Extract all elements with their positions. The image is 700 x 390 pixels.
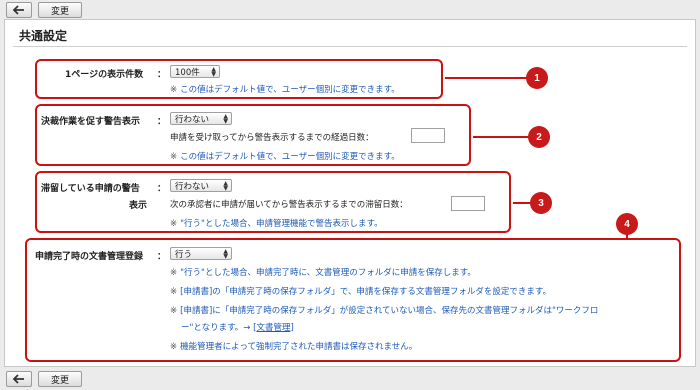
badge-2-connector [473, 136, 529, 138]
back-button[interactable] [6, 371, 32, 387]
note-text: [申請書]に「申請完了時の保存フォルダ」が設定されていない場合、保存先の文書管理… [180, 306, 599, 316]
section-3-note: ※ "行う"とした場合、申請管理機能で警告表示します。 [170, 217, 383, 229]
note-text: この値はデフォルト値で、ユーザー個別に変更できます。 [180, 152, 400, 162]
select-value: 100件 [175, 67, 200, 78]
asterisk-icon: ※ [170, 219, 178, 229]
stagnant-days-input[interactable] [451, 196, 485, 211]
stagnant-days-label: 次の承認者に申請が届いてから警告表示するまでの滞留日数： [170, 200, 408, 210]
change-button[interactable]: 変更 [38, 2, 82, 18]
asterisk-icon: ※ [170, 287, 178, 297]
section-2-note: ※ この値はデフォルト値で、ユーザー個別に変更できます。 [170, 150, 400, 162]
badge-3-connector [513, 202, 531, 204]
bottom-toolbar: 変更 [0, 369, 700, 389]
warning-display-select[interactable]: 行わない ▲ ▼ [170, 112, 232, 125]
section-4-note-1: ※ "行う"とした場合、申請完了時に、文書管理のフォルダに申請を保存します。 [170, 266, 476, 278]
items-per-page-label: 1ページの表示件数 [65, 70, 144, 80]
note-text: "行う"とした場合、申請完了時に、文書管理のフォルダに申請を保存します。 [180, 268, 476, 278]
note-text: ] [290, 323, 294, 333]
badge-3: 3 [530, 192, 552, 214]
back-arrow-icon [13, 374, 24, 384]
badge-1: 1 [526, 67, 548, 89]
section-1-note: ※ この値はデフォルト値で、ユーザー個別に変更できます。 [170, 83, 400, 95]
note-text: "行う"とした場合、申請管理機能で警告表示します。 [180, 219, 383, 229]
note-text: ー"となります。→ [ [181, 323, 257, 333]
section-4-note-3-cont: ー"となります。→ [文書管理] [181, 321, 294, 333]
badge-4-connector [626, 234, 628, 240]
asterisk-icon: ※ [170, 306, 178, 316]
select-value: 行わない [175, 181, 210, 192]
note-text: この値はデフォルト値で、ユーザー個別に変更できます。 [180, 85, 400, 95]
asterisk-icon: ※ [170, 268, 178, 278]
settings-panel: 共通設定 1ページの表示件数 ： 100件 ▲ ▼ ※ この値はデフォルト値で、ユー… [4, 19, 696, 367]
back-button[interactable] [6, 2, 32, 18]
colon: ： [157, 252, 167, 262]
section-4-note-3: ※ [申請書]に「申請完了時の保存フォルダ」が設定されていない場合、保存先の文書管… [170, 304, 598, 316]
badge-2: 2 [528, 126, 550, 148]
page-title: 共通設定 [19, 29, 68, 43]
select-value: 行わない [175, 114, 210, 125]
section-4-note-4: ※ 機能管理者によって強制完了された申請書は保存されません。 [170, 340, 417, 352]
select-arrows-icon: ▲ ▼ [223, 180, 228, 192]
note-text: [申請書]の「申請完了時の保存フォルダ」で、申請を保存する文書管理フォルダを設定… [180, 287, 552, 297]
section-4-note-2: ※ [申請書]の「申請完了時の保存フォルダ」で、申請を保存する文書管理フォルダを設… [170, 285, 551, 297]
asterisk-icon: ※ [170, 85, 178, 95]
stagnant-warning-select[interactable]: 行わない ▲ ▼ [170, 179, 232, 192]
asterisk-icon: ※ [170, 152, 178, 162]
change-button[interactable]: 変更 [38, 371, 82, 387]
document-registration-select[interactable]: 行う ▲ ▼ [170, 247, 232, 260]
title-divider [13, 46, 687, 47]
warning-display-label: 決裁作業を促す警告表示 [41, 117, 141, 127]
colon: ： [157, 117, 167, 127]
back-arrow-icon [13, 5, 24, 15]
elapsed-days-label: 申請を受け取ってから警告表示するまでの経過日数： [170, 133, 374, 143]
stagnant-warning-label-1: 滞留している申請の警告 [41, 184, 140, 194]
badge-4: 4 [616, 213, 638, 235]
badge-1-connector [445, 77, 527, 79]
items-per-page-select[interactable]: 100件 ▲ ▼ [170, 65, 220, 78]
select-arrows-icon: ▲ ▼ [223, 248, 228, 260]
top-toolbar: 変更 [0, 0, 700, 20]
elapsed-days-input[interactable] [411, 128, 445, 143]
select-arrows-icon: ▲ ▼ [211, 66, 216, 78]
asterisk-icon: ※ [170, 342, 178, 352]
document-registration-label: 申請完了時の文書管理登録 [35, 252, 144, 262]
stagnant-warning-label-2: 表示 [129, 201, 148, 211]
select-value: 行う [175, 249, 193, 260]
select-arrows-icon: ▲ ▼ [223, 113, 228, 125]
note-text: 機能管理者によって強制完了された申請書は保存されません。 [180, 342, 418, 352]
colon: ： [157, 70, 167, 80]
colon: ： [157, 184, 167, 194]
document-management-link[interactable]: 文書管理 [256, 323, 290, 333]
